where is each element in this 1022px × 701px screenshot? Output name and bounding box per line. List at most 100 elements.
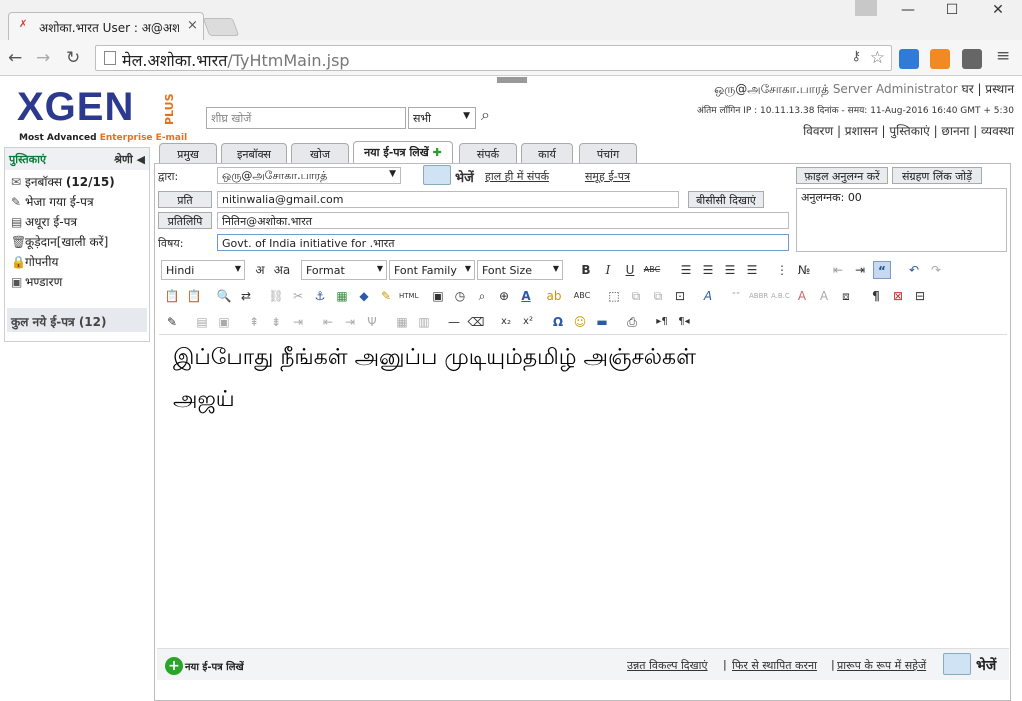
send-button[interactable]: भेजें bbox=[455, 168, 474, 186]
merge-cells-icon[interactable]: ▥ bbox=[415, 313, 433, 331]
link-icon[interactable]: ⛓ bbox=[267, 287, 285, 305]
tab-search[interactable]: खोज bbox=[291, 143, 349, 163]
find-icon[interactable]: 🔍 bbox=[215, 287, 233, 305]
special-char-icon[interactable]: Ω bbox=[549, 313, 567, 331]
emoticon-icon[interactable]: ☺ bbox=[571, 313, 589, 331]
align-left-icon[interactable]: ☰ bbox=[677, 261, 695, 279]
tab-compose[interactable]: नया ई-पत्र लिखें ✚ bbox=[353, 141, 453, 164]
folder-storage[interactable]: ▣ भण्डारण bbox=[5, 270, 149, 290]
bullet-list-icon[interactable]: ⋮ bbox=[773, 261, 791, 279]
nav-filter[interactable]: छानना bbox=[941, 124, 969, 138]
drag-handle[interactable] bbox=[497, 77, 527, 83]
remove-format-icon[interactable]: A bbox=[793, 287, 811, 305]
align-center-icon[interactable]: ☰ bbox=[699, 261, 717, 279]
delete-col-icon[interactable]: Ψ bbox=[363, 313, 381, 331]
visual-aid-icon[interactable]: ⬚ bbox=[605, 287, 623, 305]
page-break-icon[interactable]: ⊟ bbox=[911, 287, 929, 305]
bold-icon[interactable]: B bbox=[577, 261, 595, 279]
folder-trash[interactable]: 🗑कूड़ेदान[खाली करें] bbox=[5, 230, 149, 250]
search-icon[interactable]: ⌕ bbox=[481, 105, 501, 127]
to-button[interactable]: प्रति bbox=[158, 191, 212, 208]
strikethrough-icon[interactable]: ABC bbox=[643, 261, 661, 279]
extension-icon[interactable] bbox=[899, 49, 919, 69]
eraser-icon[interactable]: ⌫ bbox=[467, 313, 485, 331]
advanced-options-link[interactable]: उन्नत विकल्प दिखाएं bbox=[627, 658, 708, 673]
folder-inbox[interactable]: ✉ इनबॉक्स (12/15) bbox=[5, 170, 149, 190]
group-email-link[interactable]: समूह ई-पत्र bbox=[585, 169, 630, 184]
underline-icon[interactable]: U bbox=[621, 261, 639, 279]
restore-link[interactable]: फिर से स्थापित करना bbox=[732, 658, 817, 673]
key-icon[interactable]: ⚷ bbox=[851, 49, 861, 64]
tab-tasks[interactable]: कार्य bbox=[521, 143, 573, 163]
cell-props-icon[interactable]: ▣ bbox=[215, 313, 233, 331]
back-icon[interactable]: ← bbox=[8, 48, 22, 68]
row-after-icon[interactable]: ⇟ bbox=[267, 313, 285, 331]
to-field[interactable]: nitinwalia@gmail.com bbox=[217, 191, 679, 208]
nav-details[interactable]: विवरण bbox=[803, 124, 833, 138]
reload-icon[interactable]: ↻ bbox=[66, 48, 80, 68]
language-select[interactable]: Hindi ▼ bbox=[161, 260, 245, 280]
print-icon[interactable]: ⎙ bbox=[623, 313, 641, 331]
blockquote-icon[interactable]: “ bbox=[873, 261, 891, 279]
close-tab-icon[interactable]: × bbox=[187, 18, 198, 33]
search-scope-select[interactable]: सभी ▼ bbox=[408, 107, 476, 129]
indent-icon[interactable]: ⇥ bbox=[851, 261, 869, 279]
minimize-icon[interactable]: — bbox=[898, 2, 918, 18]
analytics-extension-icon[interactable] bbox=[930, 49, 950, 69]
anchor-icon[interactable]: ⚓ bbox=[311, 287, 329, 305]
from-select[interactable]: ஒரு@அசோகா.பாரத் ▼ bbox=[217, 167, 401, 184]
sidebar-sort[interactable]: श्रेणी ◀ bbox=[114, 152, 145, 167]
format-select[interactable]: Format ▼ bbox=[301, 260, 387, 280]
send-mail-icon[interactable] bbox=[943, 653, 971, 675]
edit-form-icon[interactable]: ✎ bbox=[163, 313, 181, 331]
nav-admin[interactable]: प्रशासन bbox=[845, 124, 878, 138]
acronym-icon[interactable]: A.B.C bbox=[771, 287, 790, 305]
new-mail-link[interactable]: नया ई-पत्र लिखें bbox=[185, 659, 244, 673]
tab-main[interactable]: प्रमुख bbox=[159, 143, 217, 163]
redo-icon[interactable]: ↷ bbox=[927, 261, 945, 279]
html-source-icon[interactable]: HTML bbox=[399, 287, 418, 305]
shield-extension-icon[interactable] bbox=[962, 49, 982, 69]
crop-icon[interactable]: ⊡ bbox=[671, 287, 689, 305]
folder-sent[interactable]: ✎ भेजा गया ई-पत्र bbox=[5, 190, 149, 210]
send-mail-icon[interactable] bbox=[423, 165, 451, 185]
replace-icon[interactable]: ⇄ bbox=[237, 287, 255, 305]
nav-folders[interactable]: पुस्तिकाएं bbox=[889, 124, 929, 138]
nav-settings[interactable]: व्यवस्था bbox=[981, 124, 1014, 138]
bookmark-star-icon[interactable]: ☆ bbox=[870, 48, 885, 68]
attach-file-button[interactable]: फ़ाइल अनुलग्न करें bbox=[796, 167, 888, 184]
folder-confidential[interactable]: 🔒गोपनीय bbox=[5, 250, 149, 270]
preview-icon[interactable]: ⌕ bbox=[473, 287, 491, 305]
insert-date-icon[interactable]: ▣ bbox=[429, 287, 447, 305]
image-icon[interactable]: ▦ bbox=[333, 287, 351, 305]
forward-icon[interactable]: → bbox=[36, 48, 50, 68]
numbered-list-icon[interactable]: № bbox=[795, 261, 813, 279]
insert-time-icon[interactable]: ◷ bbox=[451, 287, 469, 305]
maximize-icon[interactable]: ☐ bbox=[942, 2, 962, 18]
styles-icon[interactable]: A bbox=[699, 287, 717, 305]
align-justify-icon[interactable]: ☰ bbox=[743, 261, 761, 279]
cc-button[interactable]: प्रतिलिपि bbox=[158, 212, 212, 229]
cc-field[interactable]: नितिन@अशोका.भारत bbox=[217, 212, 789, 229]
attributes-icon[interactable]: A bbox=[815, 287, 833, 305]
text-color-icon[interactable]: A bbox=[517, 287, 535, 305]
italic-icon[interactable]: I bbox=[599, 261, 617, 279]
row-before-icon[interactable]: ⇞ bbox=[245, 313, 263, 331]
close-window-icon[interactable]: ✕ bbox=[988, 2, 1008, 18]
menu-icon[interactable]: ≡ bbox=[996, 46, 1010, 66]
new-mail-icon[interactable]: + bbox=[165, 657, 183, 675]
delete-row-icon[interactable]: ⇥ bbox=[289, 313, 307, 331]
message-body-editor[interactable]: இப்போது நீங்கள் அனுப்ப முடியும்தமிழ் அஞ்… bbox=[159, 334, 1007, 644]
highlight-color-icon[interactable]: ab bbox=[545, 287, 563, 305]
browser-tab[interactable]: ✗ अशोका.भारत User : अ@अश × bbox=[8, 12, 204, 40]
paste-icon[interactable]: 📋 bbox=[163, 287, 181, 305]
tab-inbox[interactable]: इनबॉक्स bbox=[221, 143, 287, 163]
spellcheck-icon[interactable]: ABC bbox=[573, 287, 591, 305]
save-draft-link[interactable]: प्रारूप के रूप में सहेजें bbox=[837, 658, 926, 673]
show-bcc-button[interactable]: बीसीसी दिखाएं bbox=[688, 191, 764, 208]
col-after-icon[interactable]: ⇥ bbox=[341, 313, 359, 331]
add-storage-link-button[interactable]: संग्रहण लिंक जोड़ें bbox=[892, 167, 982, 184]
profile-icon[interactable] bbox=[855, 0, 877, 16]
unlink-icon[interactable]: ✂ bbox=[289, 287, 307, 305]
copy-icon[interactable]: ⧉ bbox=[627, 287, 645, 305]
